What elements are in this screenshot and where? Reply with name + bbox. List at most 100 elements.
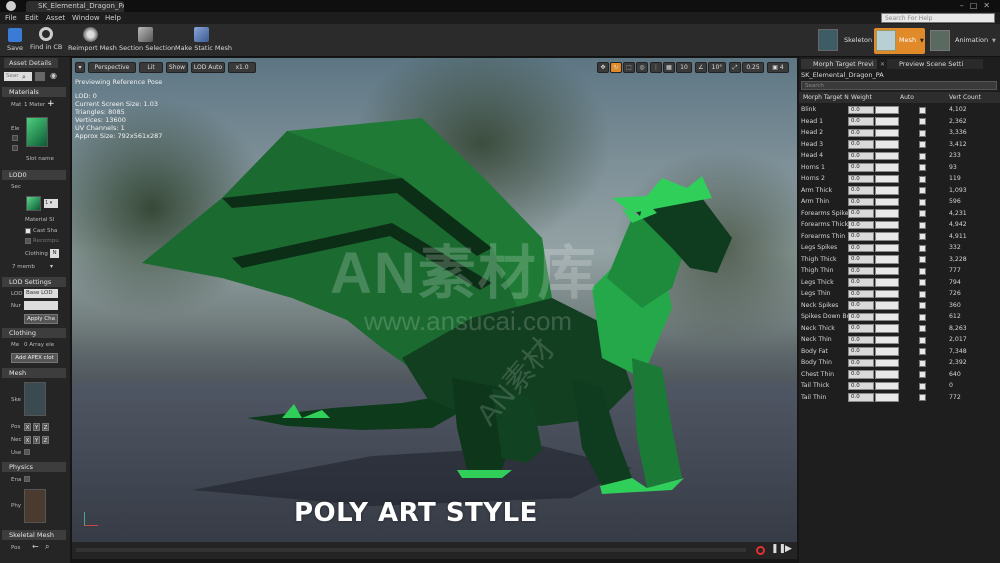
auto-checkbox[interactable] xyxy=(919,244,926,252)
add-material-icon[interactable]: + xyxy=(47,99,55,109)
weight-slider[interactable] xyxy=(875,220,899,229)
search-icon[interactable]: ⌕ xyxy=(22,73,26,82)
reimport-mesh-button[interactable]: Reimport Mesh xyxy=(68,24,117,57)
morph-target-row[interactable]: Arm Thick 0.0 1,093 xyxy=(799,185,1000,197)
morph-target-row[interactable]: Spikes Down Bod0.0 612 xyxy=(799,311,1000,323)
base-lod-dropdown[interactable]: Base LOD xyxy=(24,289,58,298)
auto-checkbox[interactable] xyxy=(919,279,926,286)
record-icon[interactable] xyxy=(756,546,765,555)
cast-shadow-checkbox[interactable] xyxy=(25,228,31,234)
weight-field[interactable]: 0.0 xyxy=(848,232,874,241)
materials-section-header[interactable]: Materials xyxy=(2,87,66,97)
morph-target-row[interactable]: Head 4 0.0 233 xyxy=(799,150,1000,162)
auto-checkbox[interactable] xyxy=(919,187,926,194)
translate-tool-icon[interactable]: ✥ xyxy=(597,62,609,73)
scale-tool-icon[interactable]: ⬚ xyxy=(623,62,635,73)
weight-slider[interactable] xyxy=(875,266,899,275)
morph-target-row[interactable]: Legs Spikes 0.0 332 xyxy=(799,242,1000,254)
eye-icon[interactable]: ◉ xyxy=(50,71,57,80)
weight-slider[interactable] xyxy=(875,232,899,241)
morph-target-row[interactable]: Horns 2 0.0 119 xyxy=(799,173,1000,185)
weight-slider[interactable] xyxy=(875,358,899,367)
weight-slider[interactable] xyxy=(875,289,899,298)
weight-slider[interactable] xyxy=(875,163,899,172)
morph-target-row[interactable]: Neck Spikes 0.0 360 xyxy=(799,300,1000,312)
morph-search-input[interactable]: Search xyxy=(801,81,997,90)
morph-target-row[interactable]: Chest Thin 0.0 640 xyxy=(799,369,1000,381)
surface-snap-icon[interactable]: ⋮ xyxy=(650,62,662,73)
weight-field[interactable]: 0.0 xyxy=(848,163,874,172)
weight-field[interactable]: 0.0 xyxy=(848,151,874,160)
morph-target-row[interactable]: Body Fat 0.0 7,348 xyxy=(799,346,1000,358)
morph-target-row[interactable]: Thigh Thin 0.0 777 xyxy=(799,265,1000,277)
morph-target-row[interactable]: Arm Thin 0.0 596 xyxy=(799,196,1000,208)
auto-checkbox[interactable] xyxy=(919,233,926,240)
weight-slider[interactable] xyxy=(875,209,899,218)
weight-field[interactable]: 0.0 xyxy=(848,186,874,195)
preview-viewport[interactable]: ▾ Perspective Lit Show LOD Auto x1.0 ✥ ↻… xyxy=(72,58,797,542)
auto-checkbox[interactable] xyxy=(919,221,926,229)
morph-target-row[interactable]: Blink 0.0 4,102 xyxy=(799,104,1000,116)
weight-slider[interactable] xyxy=(875,393,899,402)
morph-target-row[interactable]: Forearms Spikes 0.0 4,231 xyxy=(799,208,1000,220)
auto-checkbox[interactable] xyxy=(919,256,926,263)
back-arrow-icon[interactable]: ← xyxy=(32,542,39,551)
weight-field[interactable]: 0.0 xyxy=(848,140,874,149)
browse-icon[interactable]: ⌕ xyxy=(45,542,49,552)
weight-field[interactable]: 0.0 xyxy=(848,393,874,402)
menu-edit[interactable]: Edit xyxy=(25,12,39,24)
weight-field[interactable]: 0.0 xyxy=(848,197,874,206)
weight-slider[interactable] xyxy=(875,278,899,287)
mesh-section-header[interactable]: Mesh xyxy=(2,368,66,378)
weight-field[interactable]: 0.0 xyxy=(848,243,874,252)
auto-checkbox[interactable] xyxy=(919,359,926,367)
weight-slider[interactable] xyxy=(875,186,899,195)
scale-snap-icon[interactable]: ⤢ xyxy=(729,62,741,73)
morph-target-row[interactable]: Tail Thick 0.0 0 xyxy=(799,380,1000,392)
asset-details-tab[interactable]: Asset Details xyxy=(4,58,58,68)
auto-checkbox[interactable] xyxy=(919,175,926,183)
weight-slider[interactable] xyxy=(875,347,899,356)
weight-slider[interactable] xyxy=(875,128,899,137)
lod-auto-button[interactable]: LOD Auto xyxy=(191,62,225,73)
header-auto[interactable]: Auto xyxy=(900,94,914,101)
timeline-scrubber[interactable] xyxy=(76,548,746,552)
header-weight[interactable]: Weight xyxy=(851,94,872,101)
auto-checkbox[interactable] xyxy=(919,371,926,378)
weight-slider[interactable] xyxy=(875,197,899,206)
morph-target-row[interactable]: Head 1 0.0 2,362 xyxy=(799,116,1000,128)
animation-mode-dropdown-icon[interactable]: ▼ xyxy=(992,38,996,44)
mesh-mode-button[interactable]: Mesh ▼ xyxy=(874,28,925,54)
auto-checkbox[interactable] xyxy=(919,118,926,125)
auto-checkbox[interactable] xyxy=(919,106,926,114)
playback-speed-button[interactable]: x1.0 xyxy=(228,62,256,73)
weight-field[interactable]: 0.0 xyxy=(848,358,874,367)
scale-snap-value[interactable]: 0.25 xyxy=(742,62,764,73)
material-thumbnail[interactable] xyxy=(26,117,48,147)
morph-target-row[interactable]: Neck Thick 0.0 8,263 xyxy=(799,323,1000,335)
menu-file[interactable]: File xyxy=(5,12,17,24)
menu-help[interactable]: Help xyxy=(105,12,121,24)
save-button[interactable]: Save xyxy=(3,24,27,57)
morph-target-row[interactable]: Forearms Thick 0.0 4,942 xyxy=(799,219,1000,231)
clothing-dropdown[interactable]: N xyxy=(50,249,59,258)
morph-target-row[interactable]: Legs Thick 0.0 794 xyxy=(799,277,1000,289)
neg-z-field[interactable]: Z xyxy=(42,436,49,444)
weight-slider[interactable] xyxy=(875,174,899,183)
weight-slider[interactable] xyxy=(875,370,899,379)
auto-checkbox[interactable] xyxy=(919,382,926,390)
perspective-button[interactable]: Perspective xyxy=(88,62,136,73)
weight-field[interactable]: 0.0 xyxy=(848,174,874,183)
auto-checkbox[interactable] xyxy=(919,348,926,355)
auto-checkbox[interactable] xyxy=(919,164,926,171)
preview-scene-settings-tab[interactable]: Preview Scene Setti xyxy=(887,59,983,69)
morph-target-row[interactable]: Forearms Thin 0.0 4,911 xyxy=(799,231,1000,243)
auto-checkbox[interactable] xyxy=(919,267,926,275)
weight-field[interactable]: 0.0 xyxy=(848,324,874,333)
animation-mode-button[interactable]: Animation ▼ xyxy=(928,28,998,54)
world-space-icon[interactable]: ◎ xyxy=(636,62,648,73)
weight-slider[interactable] xyxy=(875,151,899,160)
section-material-thumbnail[interactable] xyxy=(26,196,41,211)
find-in-cb-button[interactable]: Find in CB xyxy=(30,24,62,57)
weight-slider[interactable] xyxy=(875,312,899,321)
